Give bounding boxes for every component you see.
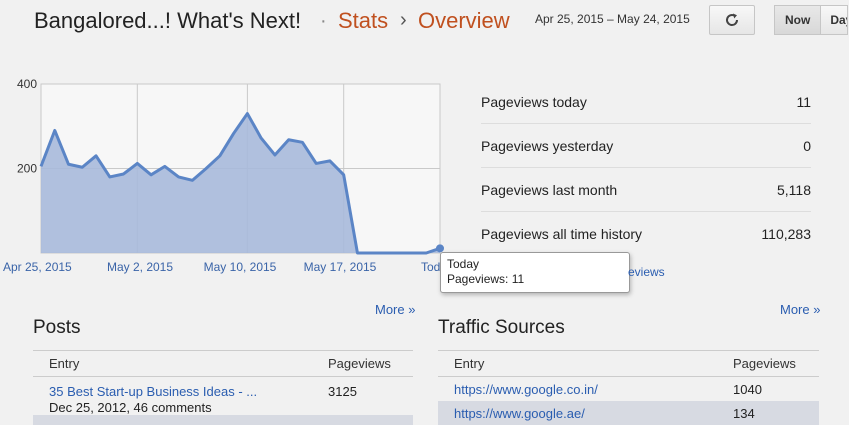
- post-meta: Dec 25, 2012, 46 comments: [49, 400, 212, 415]
- tooltip-value: Pageviews: 11: [447, 272, 525, 286]
- post-title-link[interactable]: 35 Best Start-up Business Ideas - ...: [49, 384, 328, 399]
- chart-x-tick-label: May 10, 2015: [204, 260, 277, 274]
- tooltip-title: Today: [447, 257, 480, 271]
- chart-y-tick-label: 200: [17, 162, 37, 176]
- breadcrumb-separator: ·: [320, 10, 327, 32]
- traffic-pageviews: 134: [733, 405, 755, 421]
- pageviews-link[interactable]: eviews: [628, 265, 665, 279]
- stat-row: Pageviews last month 5,118: [481, 168, 811, 212]
- date-range: Apr 25, 2015 – May 24, 2015: [535, 12, 690, 26]
- table-row: https://www.google.co.in/ 1040: [438, 377, 819, 401]
- post-pageviews: 3125: [328, 384, 357, 399]
- chart-x-tick-label: Apr 25, 2015: [3, 260, 72, 274]
- posts-more-link[interactable]: More »: [375, 302, 415, 317]
- column-entry: Entry: [49, 356, 80, 371]
- post-entry: 35 Best Start-up Business Ideas - ... De…: [33, 384, 328, 415]
- posts-table: Entry Pageviews 35 Best Start-up Busines…: [33, 350, 413, 425]
- traffic-source-link[interactable]: https://www.google.co.in/: [438, 382, 733, 397]
- stat-label: Pageviews yesterday: [481, 137, 614, 154]
- stat-label: Pageviews today: [481, 93, 587, 110]
- column-pageviews: Pageviews: [328, 356, 391, 371]
- traffic-sources-title: Traffic Sources: [438, 317, 565, 338]
- blog-title[interactable]: Bangalored...! What's Next!: [34, 8, 301, 34]
- breadcrumb-stats[interactable]: Stats: [338, 8, 388, 34]
- chart-y-tick-label: 400: [17, 77, 37, 91]
- chart-tooltip: Today Pageviews: 11: [440, 252, 630, 293]
- breadcrumb-overview: Overview: [418, 8, 510, 33]
- column-entry: Entry: [454, 356, 485, 371]
- pageviews-chart: 400 200 Apr 25, 2015 May 2, 2015 May 10, 201…: [0, 60, 460, 280]
- table-row: 35 Best Start-up Business Ideas - ... De…: [33, 377, 413, 415]
- table-row: https://www.google.ae/ 134: [438, 401, 819, 425]
- post-title-link[interactable]: [33, 415, 328, 425]
- stat-value: 5,118: [777, 181, 811, 198]
- chart-x-tick-label: May 17, 2015: [304, 260, 377, 274]
- chart-svg: 400 200 Apr 25, 2015 May 2, 2015 May 10, 201…: [3, 77, 453, 274]
- period-day-button[interactable]: Day: [821, 5, 849, 35]
- breadcrumb-chevron-icon: ›: [400, 9, 407, 31]
- stat-value: 11: [796, 93, 811, 110]
- stat-row: Pageviews yesterday 0: [481, 124, 811, 168]
- table-row: [33, 415, 413, 425]
- posts-title: Posts: [33, 317, 81, 338]
- stats-summary: Pageviews today 11 Pageviews yesterday 0…: [481, 80, 811, 256]
- stat-label: Pageviews all time history: [481, 226, 643, 242]
- period-now-button[interactable]: Now: [774, 5, 822, 35]
- stat-value: 110,283: [761, 226, 811, 242]
- column-pageviews: Pageviews: [733, 356, 796, 371]
- stat-label: Pageviews last month: [481, 181, 618, 198]
- stat-row: Pageviews all time history 110,283: [481, 212, 811, 256]
- refresh-icon: [726, 13, 739, 26]
- stat-row: Pageviews today 11: [481, 80, 811, 124]
- stat-value: 0: [803, 137, 811, 154]
- traffic-pageviews: 1040: [733, 381, 762, 397]
- traffic-more-link[interactable]: More »: [780, 302, 820, 317]
- period-selector: Now Day: [774, 5, 849, 35]
- chart-x-tick-label: May 2, 2015: [107, 260, 173, 274]
- table-header: Entry Pageviews: [438, 350, 819, 377]
- refresh-button[interactable]: [709, 5, 755, 35]
- traffic-source-link[interactable]: https://www.google.ae/: [438, 406, 733, 421]
- header: Bangalored...! What's Next! · Stats › Ov…: [0, 0, 849, 44]
- table-header: Entry Pageviews: [33, 350, 413, 377]
- traffic-sources-table: Entry Pageviews https://www.google.co.in…: [438, 350, 819, 425]
